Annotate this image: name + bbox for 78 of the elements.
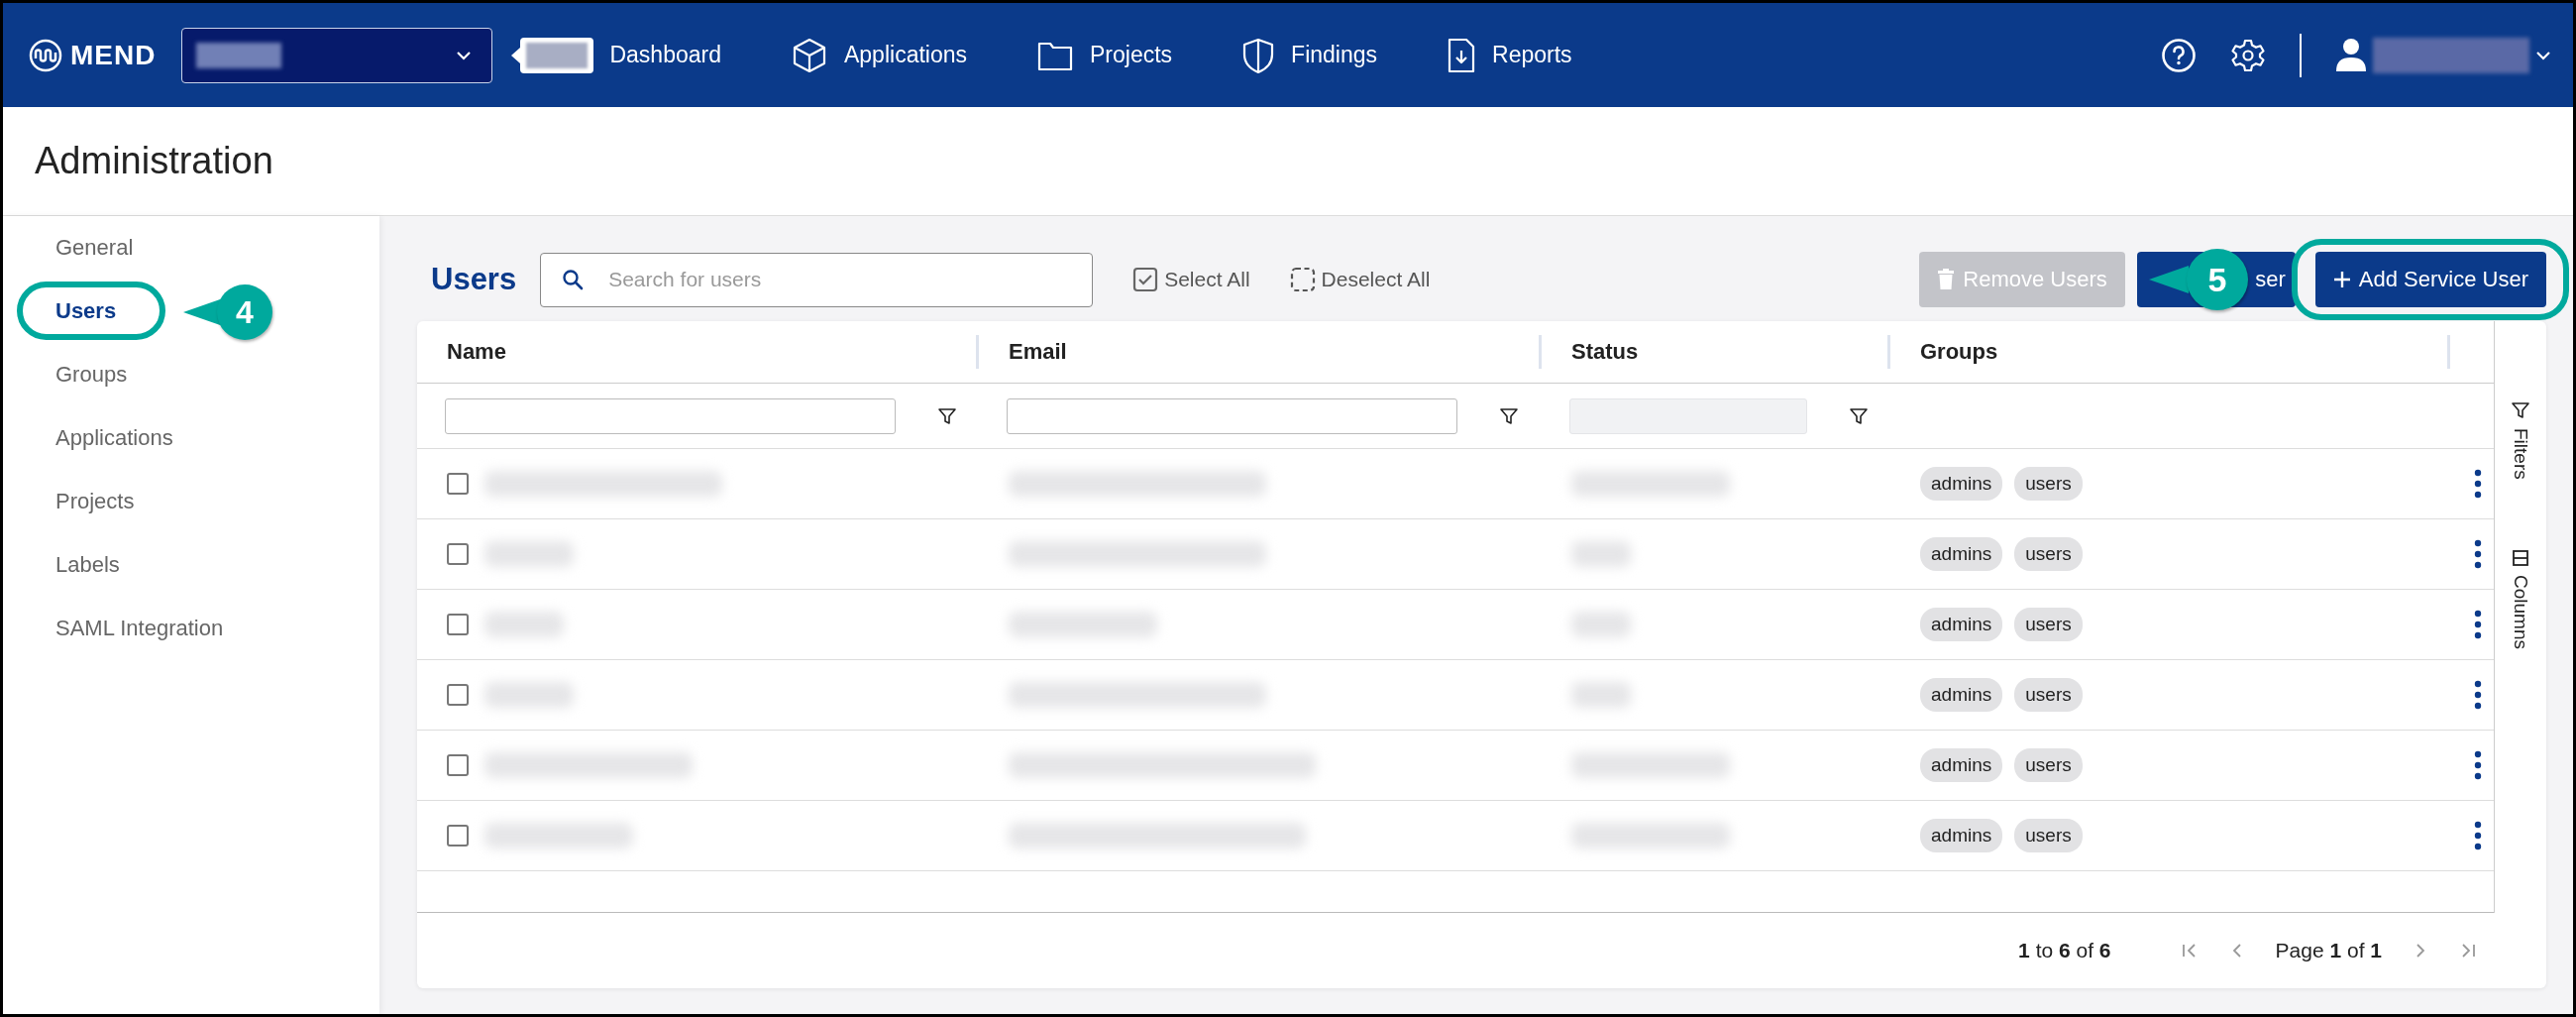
sidebar-item[interactable]: General [55, 216, 134, 280]
column-header[interactable]: Status [1542, 321, 1890, 383]
group-tag: admins [1920, 819, 2003, 852]
filter-icon [2511, 400, 2530, 420]
group-tag: users [2014, 748, 2083, 782]
side-panel-tab[interactable]: Columns [2510, 548, 2531, 649]
select-all-button[interactable]: Select All [1132, 267, 1250, 292]
user-menu[interactable] [2335, 37, 2551, 73]
chevron-down-icon [456, 50, 473, 60]
filter-icon[interactable] [1499, 405, 1519, 426]
group-tag: users [2014, 608, 2083, 641]
group-tag: admins [1920, 467, 2003, 501]
page-indicator: Page 1 of 1 [2275, 939, 2382, 962]
deselect-all-button[interactable]: Deselect All [1289, 267, 1431, 292]
shield-icon [1241, 36, 1276, 74]
column-header[interactable]: Groups [1890, 321, 2450, 383]
sidebar-item[interactable]: Applications [55, 406, 173, 470]
group-tag: users [2014, 537, 2083, 571]
row-checkbox[interactable] [447, 614, 469, 635]
filter-field[interactable] [1007, 397, 1457, 434]
sidebar-item[interactable]: Users [55, 280, 117, 343]
filter-icon[interactable] [1849, 405, 1869, 426]
first-page-icon[interactable] [2180, 942, 2199, 960]
dashed-box-icon [1289, 267, 1316, 292]
nav-link[interactable]: Dashboard [506, 37, 721, 73]
row-checkbox[interactable] [447, 543, 469, 565]
document-icon [1447, 36, 1477, 74]
last-page-icon[interactable] [2459, 942, 2477, 960]
brand-name: MEND [70, 39, 157, 71]
row-count: 1 to 6 of 6 [2018, 939, 2111, 962]
chevron-down-icon [2535, 50, 2551, 60]
settings-icon[interactable] [2230, 37, 2266, 73]
group-tag: users [2014, 467, 2083, 501]
checked-box-icon [1132, 267, 1159, 292]
plus-icon [2332, 271, 2351, 288]
more-options-icon[interactable] [2474, 680, 2482, 710]
group-tag: users [2014, 678, 2083, 712]
column-header[interactable]: Name [417, 321, 979, 383]
logo-icon [29, 38, 62, 72]
step-tooltip: 5 [2149, 249, 2248, 310]
group-tag: admins [1920, 537, 2003, 571]
column-header[interactable]: Email [979, 321, 1542, 383]
row-checkbox[interactable] [447, 754, 469, 776]
section-title: Users [431, 262, 517, 297]
filter-icon[interactable] [937, 405, 957, 426]
search-field[interactable]: Search for users [540, 252, 1094, 307]
search-icon [562, 268, 585, 290]
group-tag: admins [1920, 608, 2003, 641]
more-options-icon[interactable] [2474, 750, 2482, 780]
cube-icon [791, 36, 828, 74]
more-options-icon[interactable] [2474, 610, 2482, 639]
row-checkbox[interactable] [447, 473, 469, 495]
nav-link[interactable]: Projects [1036, 38, 1173, 72]
organization-dropdown[interactable] [181, 27, 493, 83]
nav-link[interactable]: Applications [791, 36, 967, 74]
row-checkbox[interactable] [447, 825, 469, 847]
group-tag: admins [1920, 748, 2003, 782]
more-options-icon[interactable] [2474, 539, 2482, 569]
more-options-icon[interactable] [2474, 469, 2482, 499]
columns-icon [2512, 548, 2529, 567]
action-button[interactable]: Add Service User [2314, 252, 2546, 307]
side-panel-tab[interactable]: Filters [2510, 400, 2531, 480]
group-tag: admins [1920, 678, 2003, 712]
user-icon [2335, 37, 2367, 73]
step-tooltip: 4 [183, 284, 272, 340]
sidebar-item[interactable]: Projects [55, 470, 135, 533]
help-icon[interactable] [2161, 37, 2197, 73]
sidebar-item[interactable]: Groups [55, 343, 128, 406]
sidebar-item[interactable]: SAML Integration [55, 597, 224, 660]
trash-icon [1937, 269, 1956, 290]
row-checkbox[interactable] [447, 684, 469, 706]
group-tag: users [2014, 819, 2083, 852]
page-title: Administration [35, 140, 273, 182]
filter-field[interactable] [445, 397, 896, 434]
sidebar-item[interactable]: Labels [55, 533, 120, 597]
nav-link[interactable]: Reports [1447, 36, 1572, 74]
more-options-icon[interactable] [2474, 821, 2482, 850]
nav-link[interactable]: Findings [1241, 36, 1378, 74]
